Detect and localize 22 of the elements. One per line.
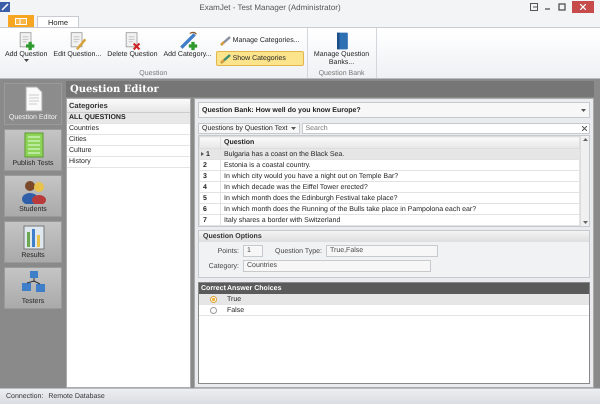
pen-plus-icon xyxy=(178,31,198,51)
menu-icon xyxy=(15,18,27,24)
people-icon xyxy=(20,178,46,204)
close-icon xyxy=(582,126,587,131)
pen-icon xyxy=(220,35,231,46)
application-menu-button[interactable] xyxy=(8,15,34,27)
panel-title: Question Editor xyxy=(66,81,594,97)
scroll-up-icon xyxy=(582,138,588,141)
caret-icon xyxy=(24,59,29,62)
pen-icon xyxy=(220,53,231,64)
close-icon xyxy=(580,4,586,10)
close-button[interactable] xyxy=(572,1,594,13)
caret-icon xyxy=(291,127,296,130)
scroll-down-icon xyxy=(582,221,588,224)
maximize-icon xyxy=(558,3,566,11)
radio-button[interactable] xyxy=(210,306,216,314)
caret-icon xyxy=(581,108,586,112)
row-pointer-icon xyxy=(201,152,204,156)
scrollbar[interactable] xyxy=(580,136,589,226)
radio-button[interactable] xyxy=(210,296,216,302)
window-icon xyxy=(530,3,538,11)
window-title: ExamJet - Test Manager (Administrator) xyxy=(198,2,342,12)
